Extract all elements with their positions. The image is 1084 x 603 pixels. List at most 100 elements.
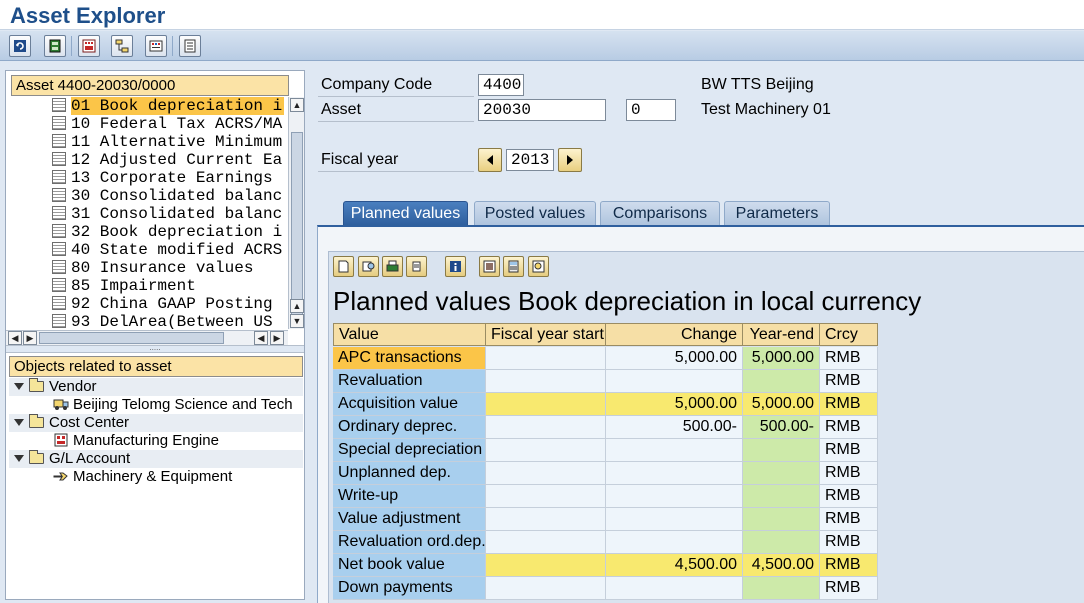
scroll-up-icon[interactable]: ▲ bbox=[290, 98, 304, 112]
tree-horizontal-scrollbar[interactable]: ◀ ▶ ◀ ▶ bbox=[6, 330, 288, 345]
cell-fiscal-year-start[interactable] bbox=[486, 577, 606, 600]
cell-year-end[interactable] bbox=[743, 439, 820, 462]
scroll-right-small-icon[interactable]: ▶ bbox=[23, 331, 37, 345]
cell-year-end[interactable] bbox=[743, 531, 820, 554]
cell-fiscal-year-start[interactable] bbox=[486, 508, 606, 531]
export-button[interactable] bbox=[479, 256, 500, 277]
cell-value[interactable]: Acquisition value bbox=[333, 393, 486, 416]
tree-item-85[interactable]: 85 Impairment bbox=[52, 277, 288, 295]
tree-item-93[interactable]: 93 DelArea(Between US bbox=[52, 313, 288, 329]
tree-item-30[interactable]: 30 Consolidated balanc bbox=[52, 187, 288, 205]
cell-value[interactable]: Value adjustment bbox=[333, 508, 486, 531]
cell-year-end[interactable]: 500.00- bbox=[743, 416, 820, 439]
cell-currency[interactable]: RMB bbox=[820, 416, 878, 439]
tree-item-11[interactable]: 11 Alternative Minimum bbox=[52, 133, 288, 151]
cost-center-item[interactable]: Manufacturing Engine bbox=[9, 432, 303, 450]
cell-currency[interactable]: RMB bbox=[820, 577, 878, 600]
cell-value[interactable]: Revaluation bbox=[333, 370, 486, 393]
cell-change[interactable] bbox=[606, 577, 743, 600]
cell-change[interactable] bbox=[606, 439, 743, 462]
tab-comparisons[interactable]: Comparisons bbox=[600, 201, 720, 225]
cell-fiscal-year-start[interactable] bbox=[486, 531, 606, 554]
calculator-button[interactable] bbox=[503, 256, 524, 277]
tree-item-13[interactable]: 13 Corporate Earnings bbox=[52, 169, 288, 187]
cell-currency[interactable]: RMB bbox=[820, 485, 878, 508]
tab-parameters[interactable]: Parameters bbox=[724, 201, 830, 225]
cell-currency[interactable]: RMB bbox=[820, 554, 878, 577]
cell-change[interactable] bbox=[606, 531, 743, 554]
switch-button[interactable] bbox=[44, 35, 66, 57]
previous-year-button[interactable] bbox=[478, 148, 502, 172]
cell-value[interactable]: Write-up bbox=[333, 485, 486, 508]
cell-currency[interactable]: RMB bbox=[820, 347, 878, 370]
cost-center-group[interactable]: Cost Center bbox=[9, 414, 303, 432]
expand-triangle-icon[interactable] bbox=[14, 419, 24, 426]
column-header-change[interactable]: Change bbox=[606, 323, 743, 346]
cell-year-end[interactable]: 5,000.00 bbox=[743, 393, 820, 416]
column-header-value[interactable]: Value bbox=[333, 323, 486, 346]
vendor-item[interactable]: Beijing Telomg Science and Tech bbox=[9, 396, 303, 414]
gl-account-group[interactable]: G/L Account bbox=[9, 450, 303, 468]
cell-fiscal-year-start[interactable] bbox=[486, 347, 606, 370]
refresh-button[interactable] bbox=[9, 35, 31, 57]
cell-change[interactable] bbox=[606, 508, 743, 531]
cell-year-end[interactable] bbox=[743, 485, 820, 508]
cell-change[interactable] bbox=[606, 462, 743, 485]
next-year-button[interactable] bbox=[558, 148, 582, 172]
cell-change[interactable] bbox=[606, 370, 743, 393]
cell-fiscal-year-start[interactable] bbox=[486, 416, 606, 439]
cell-value[interactable]: APC transactions bbox=[333, 347, 486, 370]
scroll-left-end-icon[interactable]: ◀ bbox=[254, 331, 268, 345]
cell-value[interactable]: Special depreciation bbox=[333, 439, 486, 462]
cell-value[interactable]: Ordinary deprec. bbox=[333, 416, 486, 439]
cell-change[interactable]: 4,500.00 bbox=[606, 554, 743, 577]
cell-fiscal-year-start[interactable] bbox=[486, 485, 606, 508]
print-button[interactable] bbox=[382, 256, 403, 277]
cell-currency[interactable]: RMB bbox=[820, 439, 878, 462]
cell-currency[interactable]: RMB bbox=[820, 508, 878, 531]
tree-item-40[interactable]: 40 State modified ACRS bbox=[52, 241, 288, 259]
expand-triangle-icon[interactable] bbox=[14, 455, 24, 462]
cell-fiscal-year-start[interactable] bbox=[486, 439, 606, 462]
find-button[interactable] bbox=[358, 256, 379, 277]
expand-triangle-icon[interactable] bbox=[14, 383, 24, 390]
cell-value[interactable]: Revaluation ord.dep. bbox=[333, 531, 486, 554]
cell-fiscal-year-start[interactable] bbox=[486, 554, 606, 577]
tree-item-92[interactable]: 92 China GAAP Posting bbox=[52, 295, 288, 313]
cell-year-end[interactable] bbox=[743, 370, 820, 393]
cell-value[interactable]: Down payments bbox=[333, 577, 486, 600]
display-button[interactable] bbox=[145, 35, 167, 57]
cell-change[interactable]: 5,000.00 bbox=[606, 393, 743, 416]
cell-currency[interactable]: RMB bbox=[820, 370, 878, 393]
info-button[interactable] bbox=[445, 256, 466, 277]
scroll-page-up-icon[interactable]: ▲ bbox=[290, 299, 304, 313]
cell-currency[interactable]: RMB bbox=[820, 531, 878, 554]
new-document-button[interactable] bbox=[333, 256, 354, 277]
scroll-down-icon[interactable]: ▼ bbox=[290, 314, 304, 328]
tree-vertical-scrollbar[interactable]: ▲ bbox=[288, 97, 304, 329]
scroll-thumb[interactable] bbox=[291, 132, 303, 322]
cell-change[interactable]: 500.00- bbox=[606, 416, 743, 439]
tree-item-10[interactable]: 10 Federal Tax ACRS/MA bbox=[52, 115, 288, 133]
cell-currency[interactable]: RMB bbox=[820, 393, 878, 416]
cell-fiscal-year-start[interactable] bbox=[486, 462, 606, 485]
tree-item-32[interactable]: 32 Book depreciation i bbox=[52, 223, 288, 241]
asset-number-field[interactable]: 20030 bbox=[478, 99, 606, 121]
tree-item-31[interactable]: 31 Consolidated balanc bbox=[52, 205, 288, 223]
cell-change[interactable]: 5,000.00 bbox=[606, 347, 743, 370]
cell-year-end[interactable]: 5,000.00 bbox=[743, 347, 820, 370]
company-code-field[interactable]: 4400 bbox=[478, 74, 524, 96]
column-header-fiscal-year-start[interactable]: Fiscal year start bbox=[486, 323, 606, 346]
horizontal-scroll-thumb[interactable] bbox=[39, 332, 224, 344]
list-button[interactable] bbox=[179, 35, 201, 57]
tree-item-80[interactable]: 80 Insurance values bbox=[52, 259, 288, 277]
cell-year-end[interactable] bbox=[743, 462, 820, 485]
column-header-currency[interactable]: Crcy bbox=[820, 323, 878, 346]
panel-splitter[interactable]: ..... bbox=[6, 344, 304, 353]
tab-planned-values[interactable]: Planned values bbox=[343, 201, 468, 225]
cell-currency[interactable]: RMB bbox=[820, 462, 878, 485]
tree-item-01[interactable]: 01 Book depreciation i bbox=[52, 97, 288, 115]
scroll-right-icon[interactable]: ▶ bbox=[270, 331, 284, 345]
hierarchy-button[interactable] bbox=[111, 35, 133, 57]
asset-subnumber-field[interactable]: 0 bbox=[626, 99, 676, 121]
